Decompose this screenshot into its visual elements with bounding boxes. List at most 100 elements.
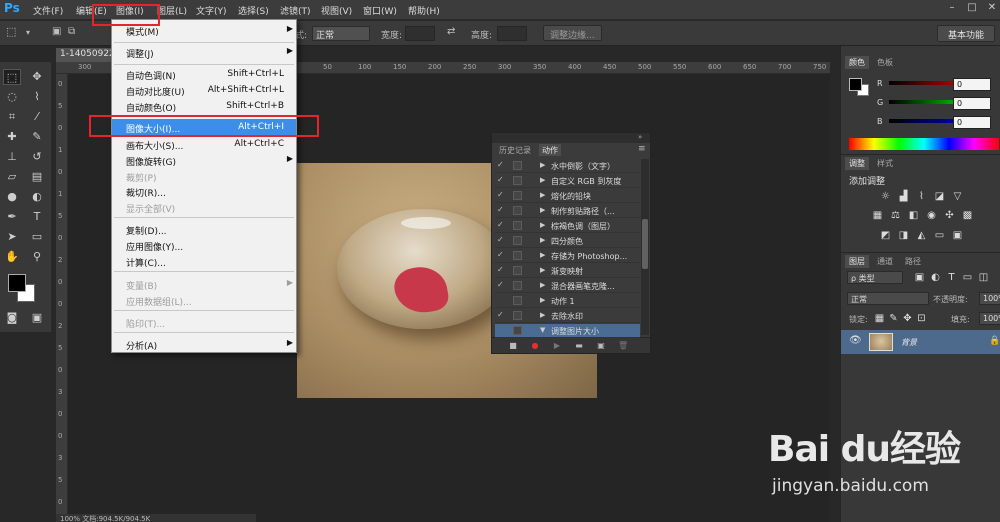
eraser-tool-icon[interactable]: ▱ xyxy=(3,169,21,185)
tab-channels[interactable]: 通道 xyxy=(873,255,897,268)
channel-mixer-icon[interactable]: ✣ xyxy=(943,210,956,222)
image-menu-item[interactable]: 自动颜色(O) Shift+Ctrl+B xyxy=(112,98,296,114)
action-row[interactable]: ✓ ▶ 熔化的铅块 xyxy=(495,189,640,203)
brush-tool-icon[interactable]: ✎ xyxy=(28,129,46,145)
filter-pixel-icon[interactable]: ▣ xyxy=(913,272,926,284)
action-row[interactable]: ✓ ▶ 水中倒影（文字） xyxy=(495,159,640,173)
foreground-color-swatch[interactable] xyxy=(8,274,26,292)
invert-icon[interactable]: ◩ xyxy=(879,230,892,242)
filter-adjustment-icon[interactable]: ◐ xyxy=(929,272,942,284)
trash-icon[interactable]: 🗑 xyxy=(618,341,628,351)
opacity-value[interactable]: 100% xyxy=(979,292,1000,305)
pen-tool-icon[interactable]: ✒ xyxy=(3,209,21,225)
action-toggle-check-icon[interactable]: ✓ xyxy=(497,220,504,229)
collapse-icon[interactable]: » xyxy=(638,133,642,141)
threshold-icon[interactable]: ◭ xyxy=(915,230,928,242)
image-menu-item[interactable]: 应用图像(Y)... xyxy=(112,237,296,253)
expand-down-icon[interactable]: ▼ xyxy=(540,326,545,334)
action-row[interactable]: ✓ ▶ 棕褐色调（图层） xyxy=(495,219,640,233)
blend-mode-select[interactable]: 正常 xyxy=(847,292,929,305)
action-toggle-check-icon[interactable]: ✓ xyxy=(497,160,504,169)
tab-paths[interactable]: 路径 xyxy=(901,255,925,268)
lasso-tool-icon[interactable]: ◌ xyxy=(3,89,21,105)
black-white-icon[interactable]: ◧ xyxy=(907,210,920,222)
menu-type[interactable]: 文字(Y) xyxy=(196,4,227,17)
action-toggle-check-icon[interactable]: ✓ xyxy=(497,280,504,289)
color-lookup-icon[interactable]: ▩ xyxy=(961,210,974,222)
expand-right-icon[interactable]: ▶ xyxy=(540,266,545,274)
layer-filter-select[interactable]: ρ 类型 xyxy=(847,271,903,284)
action-toggle-check-icon[interactable]: ✓ xyxy=(497,190,504,199)
selection-mode-new-icon[interactable]: ▣ xyxy=(52,26,61,37)
action-dialog-toggle[interactable] xyxy=(513,161,522,170)
width-input[interactable] xyxy=(405,26,435,41)
gradient-map-icon[interactable]: ▭ xyxy=(933,230,946,242)
record-icon[interactable]: ● xyxy=(530,341,540,351)
action-dialog-toggle[interactable] xyxy=(513,326,522,335)
marquee-icon[interactable]: ⬚ xyxy=(6,25,16,38)
lock-transparent-icon[interactable]: ▦ xyxy=(873,313,886,325)
filter-smart-icon[interactable]: ◫ xyxy=(977,272,990,284)
action-dialog-toggle[interactable] xyxy=(513,176,522,185)
expand-right-icon[interactable]: ▶ xyxy=(540,236,545,244)
history-brush-tool-icon[interactable]: ↺ xyxy=(28,149,46,165)
lock-all-icon[interactable]: ⊡ xyxy=(915,313,928,325)
menu-filter[interactable]: 滤镜(T) xyxy=(280,4,311,17)
shape-tool-icon[interactable]: ▭ xyxy=(28,229,46,245)
expand-right-icon[interactable]: ▶ xyxy=(540,176,545,184)
screen-mode-icon[interactable]: ▣ xyxy=(28,310,46,326)
expand-right-icon[interactable]: ▶ xyxy=(540,296,545,304)
tab-history[interactable]: 历史记录 xyxy=(496,144,534,156)
layer-name[interactable]: 背景 xyxy=(901,337,917,348)
brightness-icon[interactable]: ☼ xyxy=(879,191,892,203)
action-toggle-check-icon[interactable]: ✓ xyxy=(497,265,504,274)
action-toggle-check-icon[interactable]: ✓ xyxy=(497,235,504,244)
menu-file[interactable]: 文件(F) xyxy=(33,4,63,17)
action-row[interactable]: ✓ ▶ 存储为 Photoshop... xyxy=(495,249,640,263)
action-row[interactable]: ▼ 调整图片大小 xyxy=(495,324,640,338)
expand-right-icon[interactable]: ▶ xyxy=(540,221,545,229)
style-select[interactable]: 正常 xyxy=(312,26,370,41)
action-dialog-toggle[interactable] xyxy=(513,296,522,305)
hand-tool-icon[interactable]: ✋ xyxy=(3,249,21,265)
action-dialog-toggle[interactable] xyxy=(513,206,522,215)
selection-mode-add-icon[interactable]: ⧉ xyxy=(68,26,75,37)
action-dialog-toggle[interactable] xyxy=(513,236,522,245)
hue-saturation-icon[interactable]: ▦ xyxy=(871,210,884,222)
dodge-tool-icon[interactable]: ◐ xyxy=(28,189,46,205)
action-toggle-check-icon[interactable]: ✓ xyxy=(497,175,504,184)
tab-actions[interactable]: 动作 xyxy=(539,144,561,156)
expand-right-icon[interactable]: ▶ xyxy=(540,161,545,169)
image-menu-item[interactable]: 裁剪(P) xyxy=(112,168,296,184)
workspace-select[interactable]: 基本功能 xyxy=(937,25,995,42)
photo-filter-icon[interactable]: ◉ xyxy=(925,210,938,222)
crop-tool-icon[interactable]: ⌗ xyxy=(3,109,21,125)
filter-type-icon[interactable]: T xyxy=(945,272,958,284)
document-tab[interactable]: 1-14050922 xyxy=(56,48,118,62)
image-menu-item[interactable]: 计算(C)... xyxy=(112,253,296,269)
zoom-tool-icon[interactable]: ⚲ xyxy=(28,249,46,265)
eye-visibility-icon[interactable]: 👁 xyxy=(849,335,862,346)
tab-adjustments[interactable]: 调整 xyxy=(845,157,869,170)
menu-window[interactable]: 窗口(W) xyxy=(363,4,397,17)
image-menu-item[interactable]: 陷印(T)... xyxy=(112,314,296,330)
expand-right-icon[interactable]: ▶ xyxy=(540,191,545,199)
play-icon[interactable]: ▶ xyxy=(552,341,562,351)
filter-shape-icon[interactable]: ▭ xyxy=(961,272,974,284)
channel-g-value[interactable]: 0 xyxy=(953,97,991,110)
image-menu-item[interactable]: 自动对比度(U) Alt+Shift+Ctrl+L xyxy=(112,82,296,98)
image-menu-item[interactable]: 显示全部(V) xyxy=(112,199,296,215)
height-input[interactable] xyxy=(497,26,527,41)
image-menu-item[interactable]: 裁切(R)... xyxy=(112,183,296,199)
menu-view[interactable]: 视图(V) xyxy=(321,4,352,17)
minimize-icon[interactable]: – xyxy=(945,2,959,14)
action-toggle-check-icon[interactable]: ✓ xyxy=(497,205,504,214)
menu-layer[interactable]: 图层(L) xyxy=(157,4,187,17)
layer-row-background[interactable]: 👁 背景 🔒 xyxy=(841,330,1000,354)
actions-scroll-thumb[interactable] xyxy=(642,219,648,269)
action-row[interactable]: ✓ ▶ 渐变映射 xyxy=(495,264,640,278)
stop-icon[interactable]: ■ xyxy=(508,341,518,351)
healing-brush-tool-icon[interactable]: ✚ xyxy=(3,129,21,145)
expand-right-icon[interactable]: ▶ xyxy=(540,311,545,319)
channel-r-value[interactable]: 0 xyxy=(953,78,991,91)
